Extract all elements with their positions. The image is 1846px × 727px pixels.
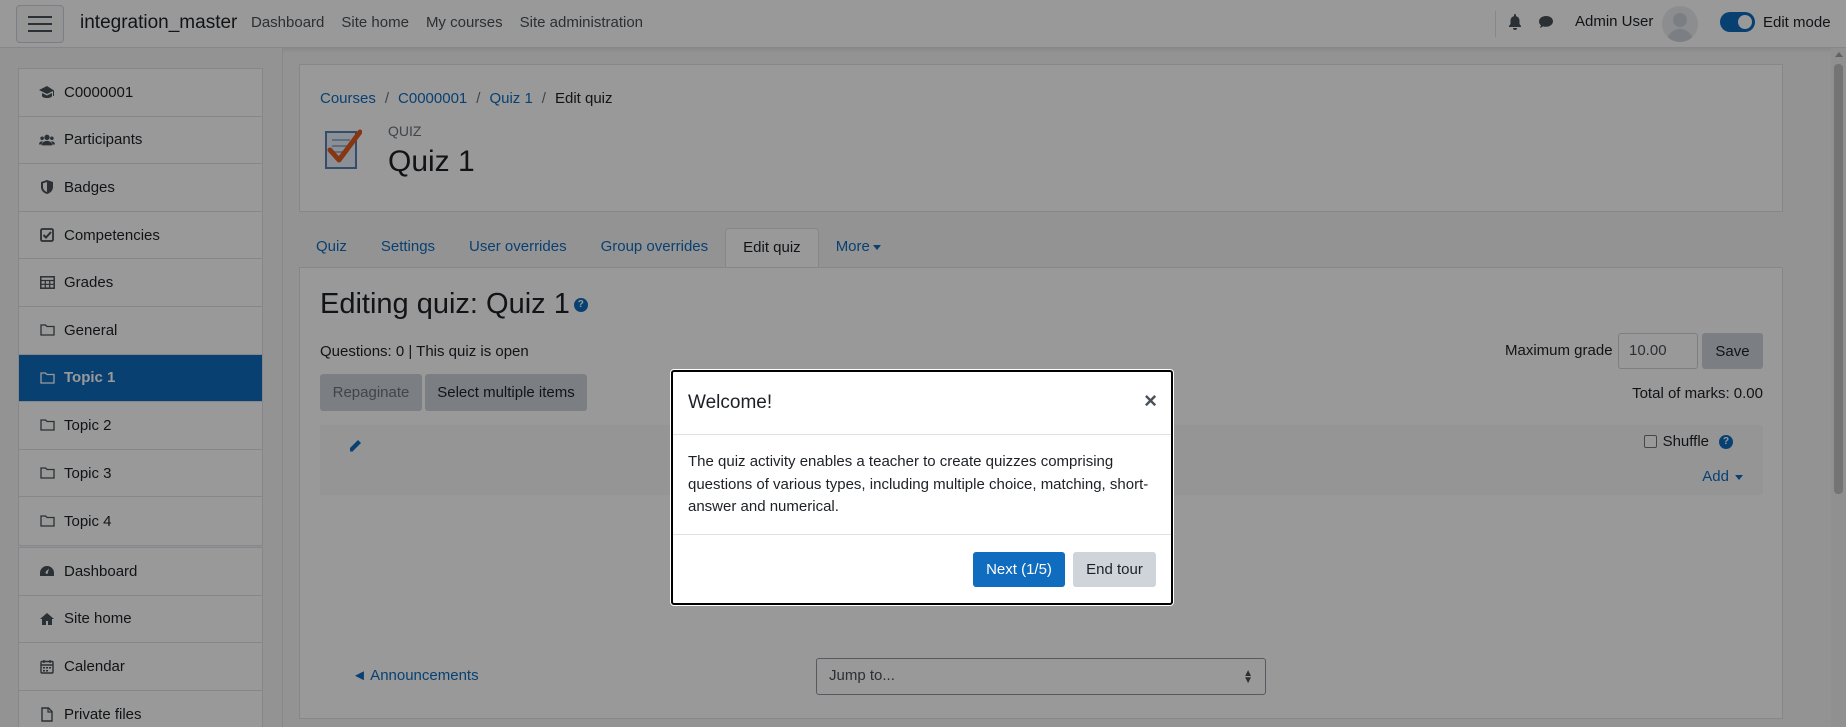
- next-button[interactable]: Next (1/5): [973, 552, 1065, 587]
- dialog-title: Welcome!: [688, 392, 773, 413]
- dialog-divider: [673, 534, 1171, 535]
- dialog-divider: [673, 434, 1171, 435]
- welcome-tour-dialog: Welcome! × The quiz activity enables a t…: [671, 370, 1173, 605]
- tour-backdrop: [0, 0, 1846, 727]
- end-tour-button[interactable]: End tour: [1073, 552, 1156, 587]
- close-icon[interactable]: ×: [1144, 388, 1157, 414]
- dialog-body: The quiz activity enables a teacher to c…: [688, 453, 1149, 515]
